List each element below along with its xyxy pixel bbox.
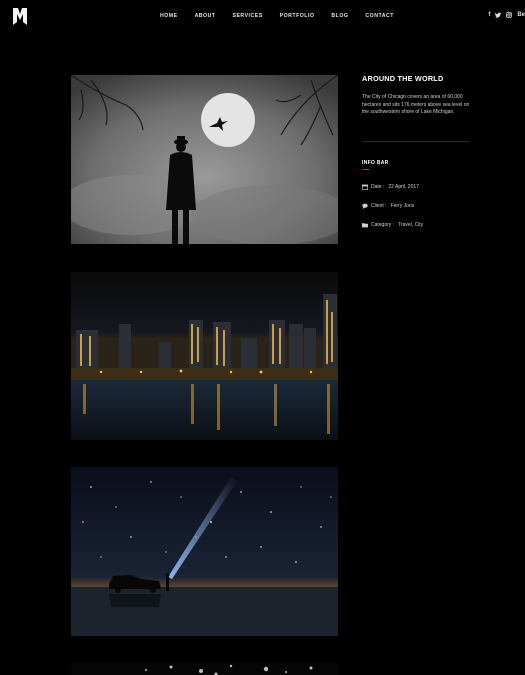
info-row-category: Category : Travel, City [362,222,470,229]
folder-icon [362,223,368,228]
gallery-image-man-in-fog[interactable] [71,75,338,244]
client-label: Client : [371,202,387,209]
header: HOME ABOUT SERVICES PORTFOLIO BLOG CONTA… [0,0,525,34]
twitter-icon[interactable] [495,12,502,18]
nav-services[interactable]: SERVICES [233,12,263,20]
client-value: Ferry Jons [390,202,415,209]
gallery-image-starry-night[interactable] [71,467,338,636]
date-value: 22 April, 2017 [388,183,419,190]
gallery-image-partial[interactable] [71,662,338,675]
info-list: Date : 22 April, 2017 Client : Ferry Jon… [362,184,470,229]
instagram-icon[interactable] [506,12,513,18]
project-sidebar: AROUND THE WORLD The City of Chicago cov… [362,74,470,229]
gallery-image-city-skyline[interactable] [71,272,338,440]
info-row-client: Client : Ferry Jons [362,203,470,210]
category-label: Category : [371,221,395,228]
chat-icon [362,203,368,210]
nav-blog[interactable]: BLOG [331,12,348,20]
project-title: AROUND THE WORLD [362,74,444,83]
divider [362,140,470,142]
calendar-icon [362,184,368,191]
nav-portfolio[interactable]: PORTFOLIO [280,12,315,20]
facebook-icon[interactable]: f [488,11,490,19]
date-label: Date : [371,183,385,190]
category-value[interactable]: Travel, City [398,222,423,229]
info-row-date: Date : 22 April, 2017 [362,184,470,191]
nav-about[interactable]: ABOUT [195,12,216,20]
main-nav: HOME ABOUT SERVICES PORTFOLIO BLOG CONTA… [160,12,411,20]
info-bar-accent [362,168,369,170]
nav-home[interactable]: HOME [160,12,178,20]
logo-icon[interactable] [13,8,27,25]
info-bar-title: INFO BAR [362,159,389,166]
social-links: f Be [488,11,525,19]
project-description: The City of Chicago covers an area of 60… [362,94,470,116]
behance-icon[interactable]: Be [517,11,525,19]
nav-contact[interactable]: CONTACT [365,12,393,20]
